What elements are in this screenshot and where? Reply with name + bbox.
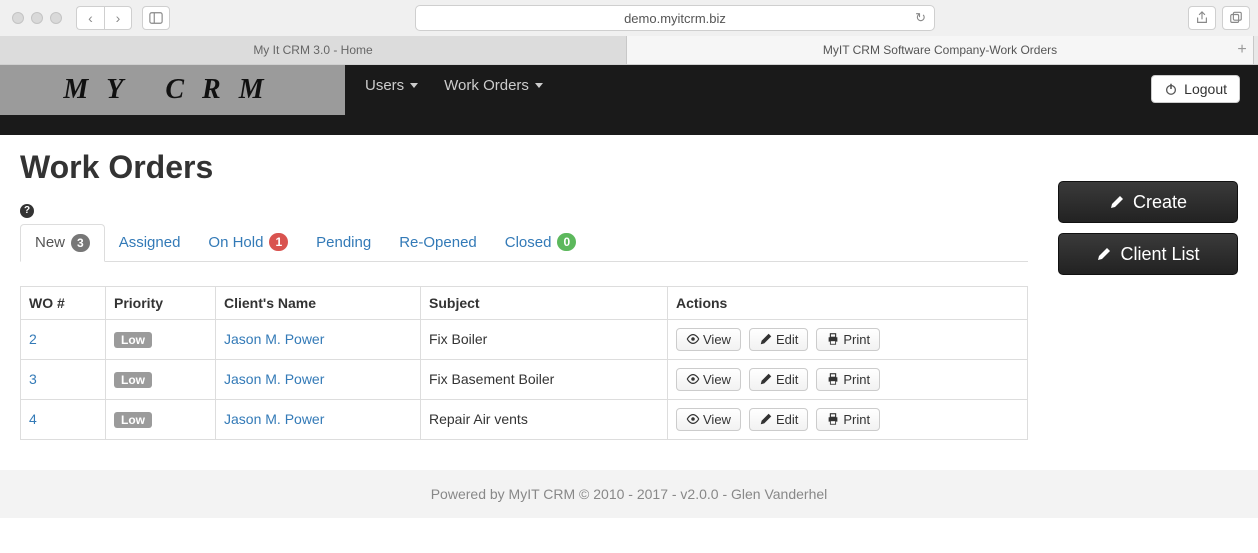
wo-id-link[interactable]: 3 — [29, 371, 37, 387]
print-button[interactable]: Print — [816, 368, 880, 391]
view-button[interactable]: View — [676, 408, 741, 431]
chevron-down-icon — [535, 83, 543, 88]
eye-icon — [686, 372, 700, 386]
reload-icon[interactable]: ↻ — [915, 10, 926, 26]
wo-id-link[interactable]: 4 — [29, 411, 37, 427]
client-list-button[interactable]: Client List — [1058, 233, 1238, 275]
print-icon — [826, 332, 840, 346]
table-row: 3 Low Jason M. Power Fix Basement Boiler Vie… — [21, 359, 1028, 399]
nav-users[interactable]: Users — [365, 77, 418, 94]
table-row: 4 Low Jason M. Power Repair Air vents View Ed… — [21, 399, 1028, 439]
col-actions: Actions — [668, 286, 1028, 319]
subject-cell: Fix Boiler — [421, 319, 668, 359]
subject-cell: Repair Air vents — [421, 399, 668, 439]
client-link[interactable]: Jason M. Power — [224, 331, 324, 347]
edit-button[interactable]: Edit — [749, 328, 808, 351]
create-button[interactable]: Create — [1058, 181, 1238, 223]
tabs-icon[interactable] — [1222, 6, 1250, 30]
eye-icon — [686, 332, 700, 346]
nav-work-orders[interactable]: Work Orders — [444, 77, 543, 94]
tab-assigned[interactable]: Assigned — [105, 224, 195, 261]
tab-on-hold[interactable]: On Hold1 — [194, 224, 302, 261]
col-client: Client's Name — [216, 286, 421, 319]
wo-id-link[interactable]: 2 — [29, 331, 37, 347]
col-subject: Subject — [421, 286, 668, 319]
pencil-icon — [759, 332, 773, 346]
footer: Powered by MyIT CRM © 2010 - 2017 - v2.0… — [0, 470, 1258, 518]
browser-tab-home[interactable]: My It CRM 3.0 - Home — [0, 36, 627, 64]
priority-badge: Low — [114, 372, 152, 388]
pencil-icon — [1109, 194, 1125, 210]
view-button[interactable]: View — [676, 328, 741, 351]
print-icon — [826, 372, 840, 386]
col-priority: Priority — [106, 286, 216, 319]
badge: 1 — [269, 233, 288, 251]
app-navbar: MY CRM Users Work Orders Logout — [0, 65, 1258, 135]
minimize-window-icon[interactable] — [31, 12, 43, 24]
brand-logo[interactable]: MY CRM — [0, 65, 345, 115]
browser-chrome: ‹ › demo.myitcrm.biz ↻ My It CRM 3.0 - H… — [0, 0, 1258, 65]
edit-button[interactable]: Edit — [749, 368, 808, 391]
col-wo: WO # — [21, 286, 106, 319]
share-icon[interactable] — [1188, 6, 1216, 30]
edit-button[interactable]: Edit — [749, 408, 808, 431]
tab-new[interactable]: New3 — [20, 224, 105, 262]
pencil-icon — [759, 372, 773, 386]
new-tab-button[interactable]: + — [1232, 40, 1252, 60]
priority-badge: Low — [114, 332, 152, 348]
power-icon — [1164, 82, 1178, 96]
browser-toolbar: ‹ › demo.myitcrm.biz ↻ — [0, 0, 1258, 36]
tab-re-opened[interactable]: Re-Opened — [385, 224, 491, 261]
close-window-icon[interactable] — [12, 12, 24, 24]
window-controls — [12, 12, 62, 24]
url-text: demo.myitcrm.biz — [624, 11, 726, 26]
forward-button[interactable]: › — [104, 6, 132, 30]
eye-icon — [686, 412, 700, 426]
browser-tab-work-orders[interactable]: MyIT CRM Software Company-Work Orders — [627, 36, 1254, 64]
chevron-down-icon — [410, 83, 418, 88]
pencil-icon — [1096, 246, 1112, 262]
maximize-window-icon[interactable] — [50, 12, 62, 24]
table-row: 2 Low Jason M. Power Fix Boiler View Edit Prin… — [21, 319, 1028, 359]
badge: 3 — [71, 234, 90, 252]
client-link[interactable]: Jason M. Power — [224, 371, 324, 387]
print-button[interactable]: Print — [816, 328, 880, 351]
view-button[interactable]: View — [676, 368, 741, 391]
status-tabs: New3AssignedOn Hold1PendingRe-OpenedClos… — [20, 224, 1028, 262]
tab-closed[interactable]: Closed0 — [491, 224, 590, 261]
back-button[interactable]: ‹ — [76, 6, 104, 30]
subject-cell: Fix Basement Boiler — [421, 359, 668, 399]
client-link[interactable]: Jason M. Power — [224, 411, 324, 427]
browser-tab-strip: My It CRM 3.0 - Home MyIT CRM Software C… — [0, 36, 1258, 64]
page-title: Work Orders — [20, 149, 1028, 186]
help-icon[interactable]: ? — [20, 204, 34, 218]
priority-badge: Low — [114, 412, 152, 428]
print-icon — [826, 412, 840, 426]
work-orders-table: WO # Priority Client's Name Subject Acti… — [20, 286, 1028, 440]
sidebar-toggle-icon[interactable] — [142, 6, 170, 30]
pencil-icon — [759, 412, 773, 426]
logout-button[interactable]: Logout — [1151, 75, 1240, 103]
address-bar[interactable]: demo.myitcrm.biz ↻ — [415, 5, 935, 31]
print-button[interactable]: Print — [816, 408, 880, 431]
badge: 0 — [557, 233, 576, 251]
tab-pending[interactable]: Pending — [302, 224, 385, 261]
